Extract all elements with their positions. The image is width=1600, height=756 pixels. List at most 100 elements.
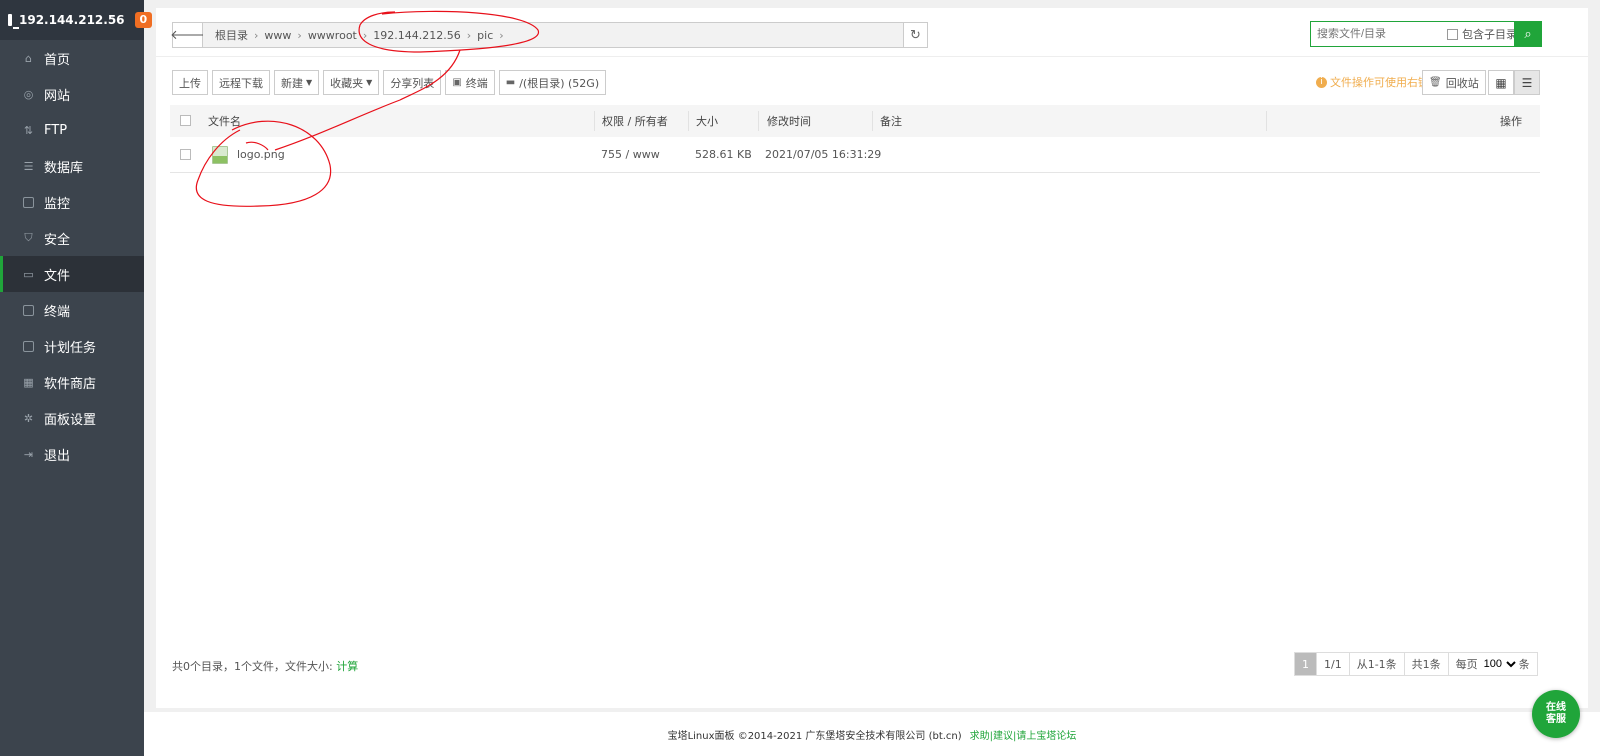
per-page-select[interactable]: 100 bbox=[1479, 657, 1519, 671]
include-subdir-label: 包含子目录 bbox=[1462, 28, 1517, 41]
hint-text: 文件操作可使用右键 bbox=[1330, 76, 1429, 89]
sidebar-item-label: 终端 bbox=[44, 304, 71, 320]
disk-label: /(根目录) (52G) bbox=[519, 76, 600, 90]
sidebar-item-monitor[interactable]: 监控 bbox=[0, 184, 144, 220]
per-page-label: 每页 bbox=[1455, 658, 1478, 671]
page-total: 共1条 bbox=[1403, 653, 1448, 675]
sidebar-item-label: 网站 bbox=[44, 88, 71, 104]
shield-icon: ⛉ bbox=[24, 231, 33, 244]
header-mtime[interactable]: 修改时间 bbox=[767, 113, 811, 129]
disk-icon: ▬ bbox=[505, 77, 516, 88]
context-menu-hint: i 文件操作可使用右键 bbox=[1316, 74, 1429, 90]
summary-text: 共0个目录，1个文件，文件大小: bbox=[172, 660, 333, 673]
folder-icon: ▭ bbox=[23, 267, 34, 281]
list-view-button[interactable]: ☰ bbox=[1514, 70, 1540, 95]
page-range: 从1-1条 bbox=[1348, 653, 1404, 675]
sidebar-item-label: 监控 bbox=[44, 196, 71, 212]
copyright-footer: 宝塔Linux面板 ©2014-2021 广东堡塔安全技术有限公司 (bt.cn… bbox=[144, 712, 1600, 756]
notification-badge[interactable]: 0 bbox=[134, 12, 153, 28]
share-list-button[interactable]: 分享列表 bbox=[383, 70, 442, 95]
sidebar-header[interactable]: 192.144.212.56 0 bbox=[0, 0, 153, 40]
sidebar-item-logout[interactable]: ⇥ 退出 bbox=[0, 436, 144, 472]
view-switch: ▦ ☰ bbox=[1488, 70, 1540, 95]
table-row[interactable]: logo.png 755 / www 528.61 KB 2021/07/05 … bbox=[170, 137, 1540, 173]
sidebar-item-ftp[interactable]: ⇅ FTP bbox=[0, 112, 144, 148]
monitor-icon bbox=[8, 14, 19, 29]
breadcrumb: 根目录 › www › wwwroot › 192.144.212.56 › pic › bbox=[203, 23, 903, 47]
header-name[interactable]: 文件名 bbox=[208, 113, 241, 129]
search-input[interactable] bbox=[1311, 28, 1441, 40]
path-bar: 🡐 根目录 › www › wwwroot › 192.144.212.56 › pic… bbox=[170, 22, 928, 48]
disk-button[interactable]: ▬/(根目录) (52G) bbox=[498, 70, 607, 95]
grid-icon: ▦ bbox=[1495, 75, 1507, 90]
new-dropdown[interactable]: 新建 ▼ bbox=[274, 70, 320, 95]
checkbox-icon bbox=[1447, 28, 1458, 40]
page-current[interactable]: 1 bbox=[1295, 653, 1316, 675]
terminal-icon bbox=[22, 304, 35, 317]
search-box: 包含子目录 ⌕ bbox=[1310, 21, 1542, 47]
include-subdir-checkbox[interactable]: 包含子目录 bbox=[1447, 26, 1517, 42]
upload-button[interactable]: 上传 bbox=[172, 70, 208, 95]
grid-view-button[interactable]: ▦ bbox=[1488, 70, 1514, 95]
sidebar-item-database[interactable]: ☰ 数据库 bbox=[0, 148, 144, 184]
sidebar-item-label: 安全 bbox=[44, 232, 71, 248]
home-icon: ⌂ bbox=[25, 51, 32, 65]
apps-icon: ▦ bbox=[23, 375, 34, 389]
page-count: 1/1 bbox=[1316, 653, 1349, 675]
sidebar-item-settings[interactable]: ✲ 面板设置 bbox=[0, 400, 144, 436]
server-host: 192.144.212.56 bbox=[19, 13, 125, 27]
refresh-icon: ↻ bbox=[910, 27, 921, 43]
chevron-down-icon: ▼ bbox=[306, 78, 313, 87]
file-permission[interactable]: 755 / www bbox=[601, 148, 660, 161]
back-button[interactable]: 🡐 bbox=[170, 23, 205, 47]
per-page-control: 每页 100 条 bbox=[1447, 653, 1537, 675]
terminal-button[interactable]: ▣ 终端 bbox=[445, 70, 495, 95]
sidebar-item-cron[interactable]: 计划任务 bbox=[0, 328, 144, 364]
globe-icon: ◎ bbox=[23, 87, 34, 101]
toolbar: 上传 远程下载 新建 ▼ 收藏夹 ▼ 分享列表 ▣ 终端 ▬/(根目录) (52G) bbox=[172, 70, 607, 95]
favorites-dropdown[interactable]: 收藏夹 ▼ bbox=[323, 70, 380, 95]
breadcrumb-item-www[interactable]: www bbox=[258, 29, 297, 42]
terminal-icon: ▣ bbox=[452, 77, 462, 88]
sidebar-item-website[interactable]: ◎ 网站 bbox=[0, 76, 144, 112]
sidebar-item-files[interactable]: ▭ 文件 bbox=[0, 256, 144, 292]
trash-icon: 🗑 bbox=[1429, 77, 1442, 88]
file-name[interactable]: logo.png bbox=[237, 148, 285, 161]
sidebar-item-store[interactable]: ▦ 软件商店 bbox=[0, 364, 144, 400]
file-manager-panel: 🡐 根目录 › www › wwwroot › 192.144.212.56 › pic… bbox=[156, 8, 1588, 708]
breadcrumb-item-root[interactable]: 根目录 bbox=[209, 27, 254, 43]
breadcrumb-item-wwwroot[interactable]: wwwroot bbox=[302, 29, 363, 42]
online-service-button[interactable]: 在线客服 bbox=[1532, 690, 1580, 738]
breadcrumb-item-site[interactable]: 192.144.212.56 bbox=[367, 29, 466, 42]
monitor-icon bbox=[22, 196, 35, 209]
dir-summary: 共0个目录，1个文件，文件大小: 计算 bbox=[172, 658, 358, 674]
forum-link[interactable]: 求助|建议|请上宝塔论坛 bbox=[970, 727, 1077, 742]
remote-download-button[interactable]: 远程下载 bbox=[212, 70, 270, 95]
image-file-icon bbox=[212, 146, 228, 164]
list-icon: ☰ bbox=[1521, 75, 1533, 90]
sidebar-item-label: 软件商店 bbox=[44, 376, 97, 392]
select-all-checkbox[interactable] bbox=[180, 115, 191, 126]
header-size[interactable]: 大小 bbox=[696, 113, 718, 129]
search-button[interactable]: ⌕ bbox=[1514, 21, 1542, 47]
sidebar-item-label: 退出 bbox=[44, 448, 71, 464]
chevron-right-icon: › bbox=[499, 28, 504, 42]
sidebar-item-home[interactable]: ⌂ 首页 bbox=[0, 40, 144, 76]
calculate-size-link[interactable]: 计算 bbox=[336, 660, 358, 673]
sidebar-item-terminal[interactable]: 终端 bbox=[0, 292, 144, 328]
search-icon: ⌕ bbox=[1524, 26, 1532, 42]
column-divider bbox=[594, 111, 595, 131]
pagination: 1 1/1 从1-1条 共1条 每页 100 条 bbox=[1294, 652, 1538, 676]
new-label: 新建 bbox=[281, 76, 303, 90]
info-icon: i bbox=[1316, 76, 1327, 88]
recycle-bin-button[interactable]: 🗑 回收站 bbox=[1422, 70, 1486, 95]
calendar-icon bbox=[22, 340, 35, 353]
sidebar-item-label: 文件 bbox=[44, 268, 71, 284]
header-permission[interactable]: 权限 / 所有者 bbox=[602, 113, 668, 129]
column-divider bbox=[688, 111, 689, 131]
sidebar-item-security[interactable]: ⛉ 安全 bbox=[0, 220, 144, 256]
row-checkbox[interactable] bbox=[180, 149, 191, 160]
refresh-button[interactable]: ↻ bbox=[903, 23, 927, 47]
sidebar-item-label: 数据库 bbox=[44, 160, 84, 176]
breadcrumb-item-pic[interactable]: pic bbox=[471, 29, 499, 42]
